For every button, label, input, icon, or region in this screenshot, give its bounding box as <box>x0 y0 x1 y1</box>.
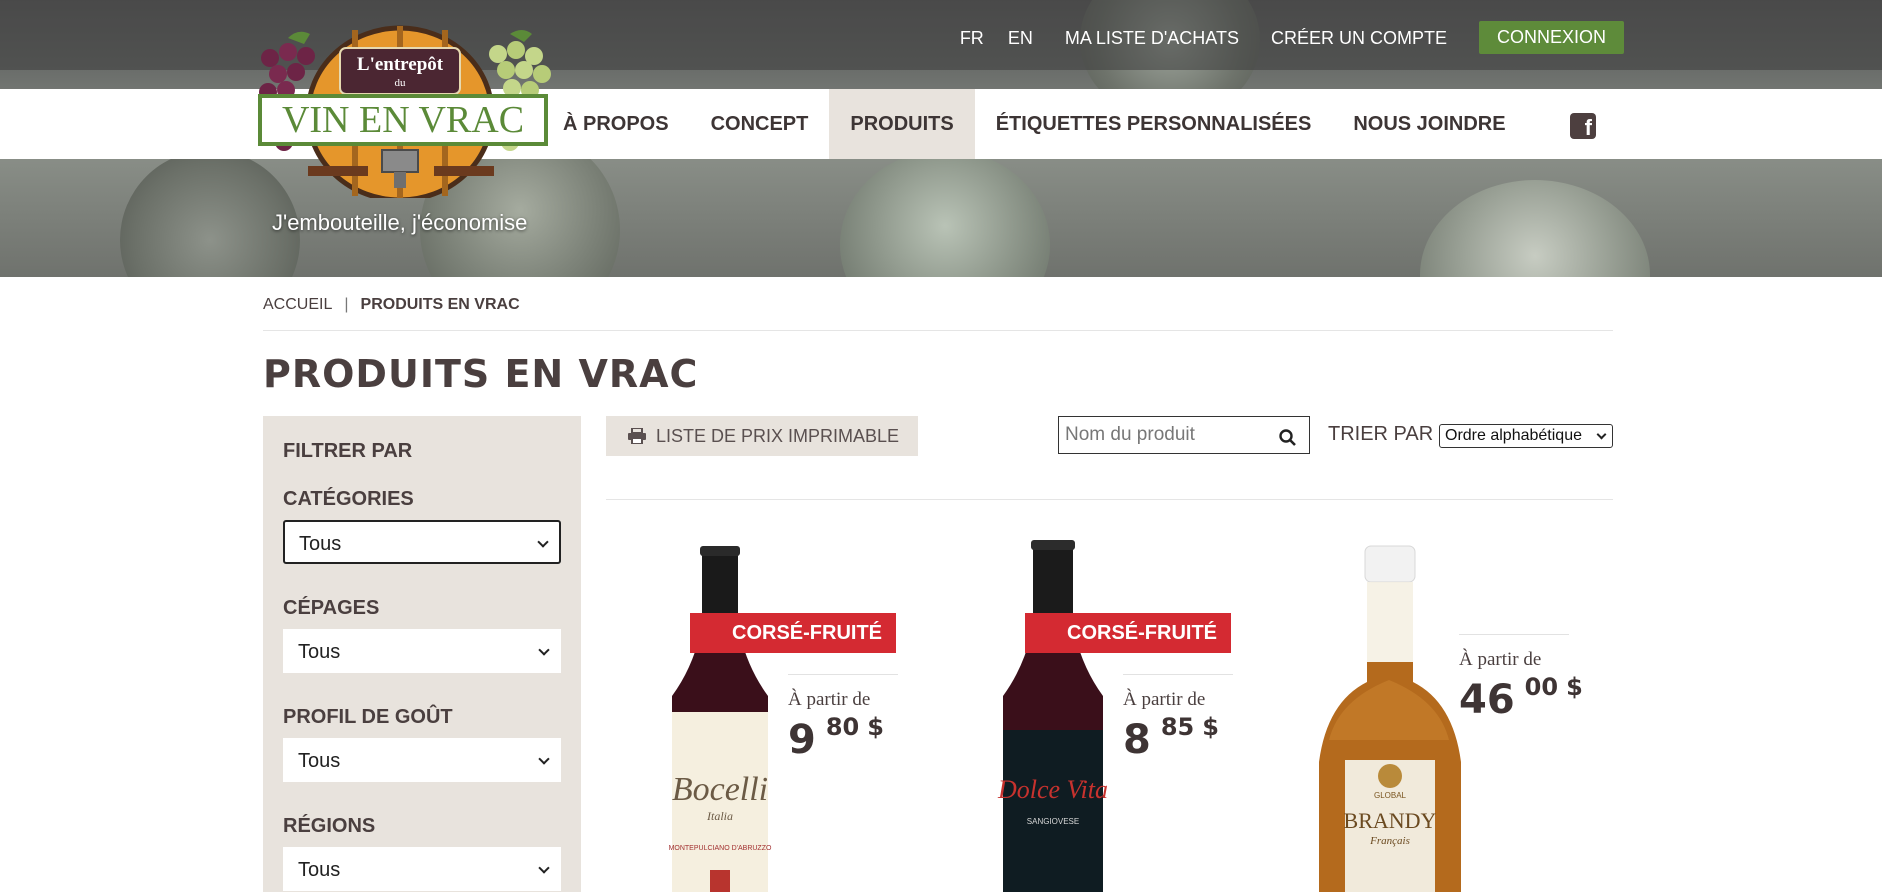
regions-select[interactable]: Tous <box>283 847 561 891</box>
top-navigation: FR EN MA LISTE D'ACHATS CRÉER UN COMPTE … <box>936 21 1624 55</box>
cepages-select[interactable]: Tous <box>283 629 561 673</box>
price-block: À partir de 9 80 $ <box>788 674 898 763</box>
chevron-down-icon <box>538 753 550 765</box>
price-currency: $ <box>1202 713 1219 741</box>
chevron-down-icon <box>1596 429 1607 440</box>
lang-fr-link[interactable]: FR <box>960 28 984 49</box>
sort-select[interactable]: Ordre alphabétique <box>1439 424 1613 448</box>
product-card[interactable]: GLOBAL BRANDY Français À partir de 46 00 $ <box>1305 540 1635 892</box>
lang-en-link[interactable]: EN <box>1008 28 1033 49</box>
filter-label-profil: PROFIL DE GOÛT <box>283 706 453 728</box>
nav-item-produits[interactable]: PRODUITS <box>829 89 975 159</box>
price: 9 80 $ <box>788 713 898 763</box>
taste-badge: CORSÉ-FRUITÉ <box>690 613 896 653</box>
chevron-down-icon <box>538 644 550 656</box>
bottle-label-text: Dolce Vita <box>997 775 1108 804</box>
logo-line1: L'entrepôt <box>357 54 444 75</box>
site-logo[interactable]: L'entrepôt du VIN EN VRAC <box>248 18 558 198</box>
product-image[interactable]: Dolce Vita SANGIOVESE <box>995 540 1115 892</box>
nav-item-etiquettes[interactable]: ÉTIQUETTES PERSONNALISÉES <box>975 89 1333 159</box>
page-title: PRODUITS EN VRAC <box>263 352 699 396</box>
product-card[interactable]: Bocelli Italia MONTEPULCIANO D'ABRUZZO C… <box>660 540 990 892</box>
profil-select[interactable]: Tous <box>283 738 561 782</box>
search-icon[interactable] <box>1279 429 1297 447</box>
filter-label-cepages: CÉPAGES <box>283 597 380 619</box>
bottle-label-text: BRANDY <box>1344 808 1437 833</box>
price-decimal: 80 <box>825 713 860 741</box>
filter-sidebar: FILTRER PAR CATÉGORIES Tous CÉPAGES Tous… <box>263 416 581 892</box>
chevron-down-icon <box>538 862 550 874</box>
price-integer: 46 <box>1459 677 1515 723</box>
price-integer: 9 <box>788 717 816 763</box>
price-integer: 8 <box>1123 717 1151 763</box>
sort-select-value: Ordre alphabétique <box>1445 427 1582 444</box>
hero-bottle-shape <box>840 150 1050 277</box>
divider <box>788 674 898 675</box>
price-from-label: À partir de <box>1459 649 1542 670</box>
divider <box>1459 634 1569 635</box>
filter-title: FILTRER PAR <box>283 440 413 462</box>
nav-item-concept[interactable]: CONCEPT <box>690 89 830 159</box>
divider <box>263 330 1613 331</box>
price-from-label: À partir de <box>788 689 871 710</box>
nav-item-nous-joindre[interactable]: NOUS JOINDRE <box>1332 89 1526 159</box>
profil-select-value: Tous <box>298 750 341 772</box>
price-block: À partir de 8 85 $ <box>1123 674 1233 763</box>
divider <box>1123 674 1233 675</box>
regions-select-value: Tous <box>298 859 341 881</box>
price-decimal: 00 <box>1524 673 1559 701</box>
print-button-label: LISTE DE PRIX IMPRIMABLE <box>656 426 900 446</box>
logo-line2: du <box>395 77 407 89</box>
product-image[interactable]: Bocelli Italia MONTEPULCIANO D'ABRUZZO <box>660 540 780 892</box>
hero-bottle-shape <box>1420 180 1650 277</box>
bottle-sub-text: Italia <box>706 809 733 823</box>
print-icon <box>628 428 646 444</box>
breadcrumb-current: PRODUITS EN VRAC <box>360 296 520 313</box>
bottle-sub-text: Français <box>1369 835 1410 847</box>
categories-select-value: Tous <box>299 533 342 555</box>
bottle-label-text: Bocelli <box>672 771 768 808</box>
bottle-brand-text: GLOBAL <box>1374 791 1407 800</box>
create-account-link[interactable]: CRÉER UN COMPTE <box>1271 28 1447 49</box>
login-button[interactable]: CONNEXION <box>1478 21 1624 54</box>
cepages-select-value: Tous <box>298 641 341 663</box>
price-block: À partir de 46 00 $ <box>1459 634 1583 723</box>
search-input[interactable] <box>1065 423 1265 447</box>
price-currency: $ <box>867 713 884 741</box>
filter-label-categories: CATÉGORIES <box>283 488 414 510</box>
tagline: J'embouteille, j'économise <box>272 210 528 235</box>
taste-badge: CORSÉ-FRUITÉ <box>1025 613 1231 653</box>
price-currency: $ <box>1566 673 1583 701</box>
breadcrumb: ACCUEIL | PRODUITS EN VRAC <box>263 296 520 314</box>
logo-line3: VIN EN VRAC <box>282 99 524 141</box>
product-image[interactable]: GLOBAL BRANDY Français <box>1305 540 1475 892</box>
price: 8 85 $ <box>1123 713 1233 763</box>
breadcrumb-home-link[interactable]: ACCUEIL <box>263 296 332 313</box>
shopping-list-link[interactable]: MA LISTE D'ACHATS <box>1065 28 1239 49</box>
print-price-list-button[interactable]: LISTE DE PRIX IMPRIMABLE <box>606 416 918 456</box>
bottle-detail-text: MONTEPULCIANO D'ABRUZZO <box>669 845 772 852</box>
facebook-icon[interactable]: f <box>1570 113 1596 139</box>
divider <box>606 499 1613 500</box>
price-from-label: À partir de <box>1123 689 1206 710</box>
chevron-down-icon <box>537 536 549 548</box>
product-card[interactable]: Dolce Vita SANGIOVESE CORSÉ-FRUITÉ À par… <box>995 540 1325 892</box>
breadcrumb-separator: | <box>344 296 349 313</box>
filter-label-regions: RÉGIONS <box>283 815 376 837</box>
price: 46 00 $ <box>1459 673 1583 723</box>
nav-item-a-propos[interactable]: À PROPOS <box>542 89 690 159</box>
search-box <box>1058 416 1310 454</box>
categories-select[interactable]: Tous <box>283 520 561 564</box>
sort-label: TRIER PAR <box>1328 423 1434 445</box>
price-decimal: 85 <box>1160 713 1195 741</box>
bottle-detail-text: SANGIOVESE <box>1027 817 1079 826</box>
